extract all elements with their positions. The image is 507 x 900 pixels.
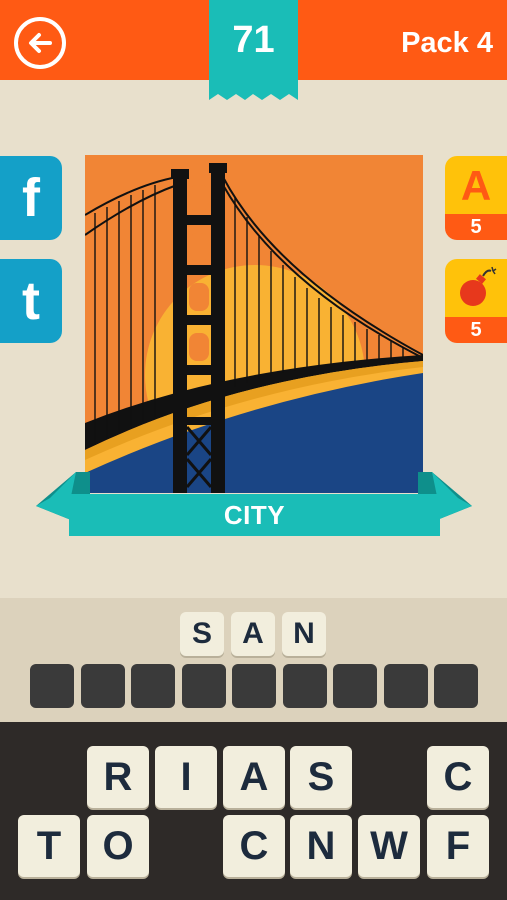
twitter-share-button[interactable]: t <box>0 259 62 343</box>
category-label: CITY <box>223 500 286 530</box>
empty-answer-slot[interactable] <box>30 664 74 708</box>
letter-key[interactable]: T <box>18 815 80 877</box>
answer-letter-tile[interactable]: A <box>231 612 275 656</box>
letter-key[interactable]: S <box>290 746 352 808</box>
back-button[interactable] <box>14 17 66 69</box>
hint-top <box>445 259 507 317</box>
bomb-hint-button[interactable]: 5 <box>445 259 507 343</box>
bomb-count: 5 <box>445 317 507 343</box>
empty-answer-slot[interactable] <box>232 664 276 708</box>
empty-answer-slot[interactable] <box>333 664 377 708</box>
facebook-share-button[interactable]: f <box>0 156 62 240</box>
empty-answer-slot[interactable] <box>384 664 428 708</box>
arrow-left-icon <box>29 33 52 53</box>
empty-answer-slot[interactable] <box>81 664 125 708</box>
letter-key[interactable]: C <box>427 746 489 808</box>
facebook-icon: f <box>22 168 40 228</box>
bomb-icon <box>460 266 497 306</box>
hint-top: A <box>445 156 507 214</box>
letter-key[interactable]: O <box>87 815 149 877</box>
letter-key[interactable]: I <box>155 746 217 808</box>
pack-label: Pack 4 <box>401 27 493 59</box>
puzzle-image <box>85 155 423 493</box>
empty-answer-slot[interactable] <box>182 664 226 708</box>
answer-area: S A N <box>0 598 507 722</box>
level-badge: 71 <box>209 0 298 106</box>
empty-answer-slot[interactable] <box>131 664 175 708</box>
letter-key[interactable]: N <box>290 815 352 877</box>
letter-key[interactable]: F <box>427 815 489 877</box>
letter-key[interactable]: W <box>358 815 420 877</box>
letter-key[interactable]: R <box>87 746 149 808</box>
level-number: 71 <box>232 19 275 61</box>
empty-answer-slot[interactable] <box>434 664 478 708</box>
answer-letter-tile[interactable]: N <box>282 612 326 656</box>
reveal-letter-hint-button[interactable]: A 5 <box>445 156 507 240</box>
reveal-letter-icon: A <box>460 162 492 209</box>
twitter-icon: t <box>22 271 40 331</box>
reveal-letter-count: 5 <box>445 214 507 240</box>
letter-key[interactable]: C <box>223 815 285 877</box>
empty-answer-slot[interactable] <box>283 664 327 708</box>
letter-key[interactable]: A <box>223 746 285 808</box>
letter-keyboard: R I A S C T O C N W F <box>0 722 507 900</box>
answer-letter-tile[interactable]: S <box>180 612 224 656</box>
